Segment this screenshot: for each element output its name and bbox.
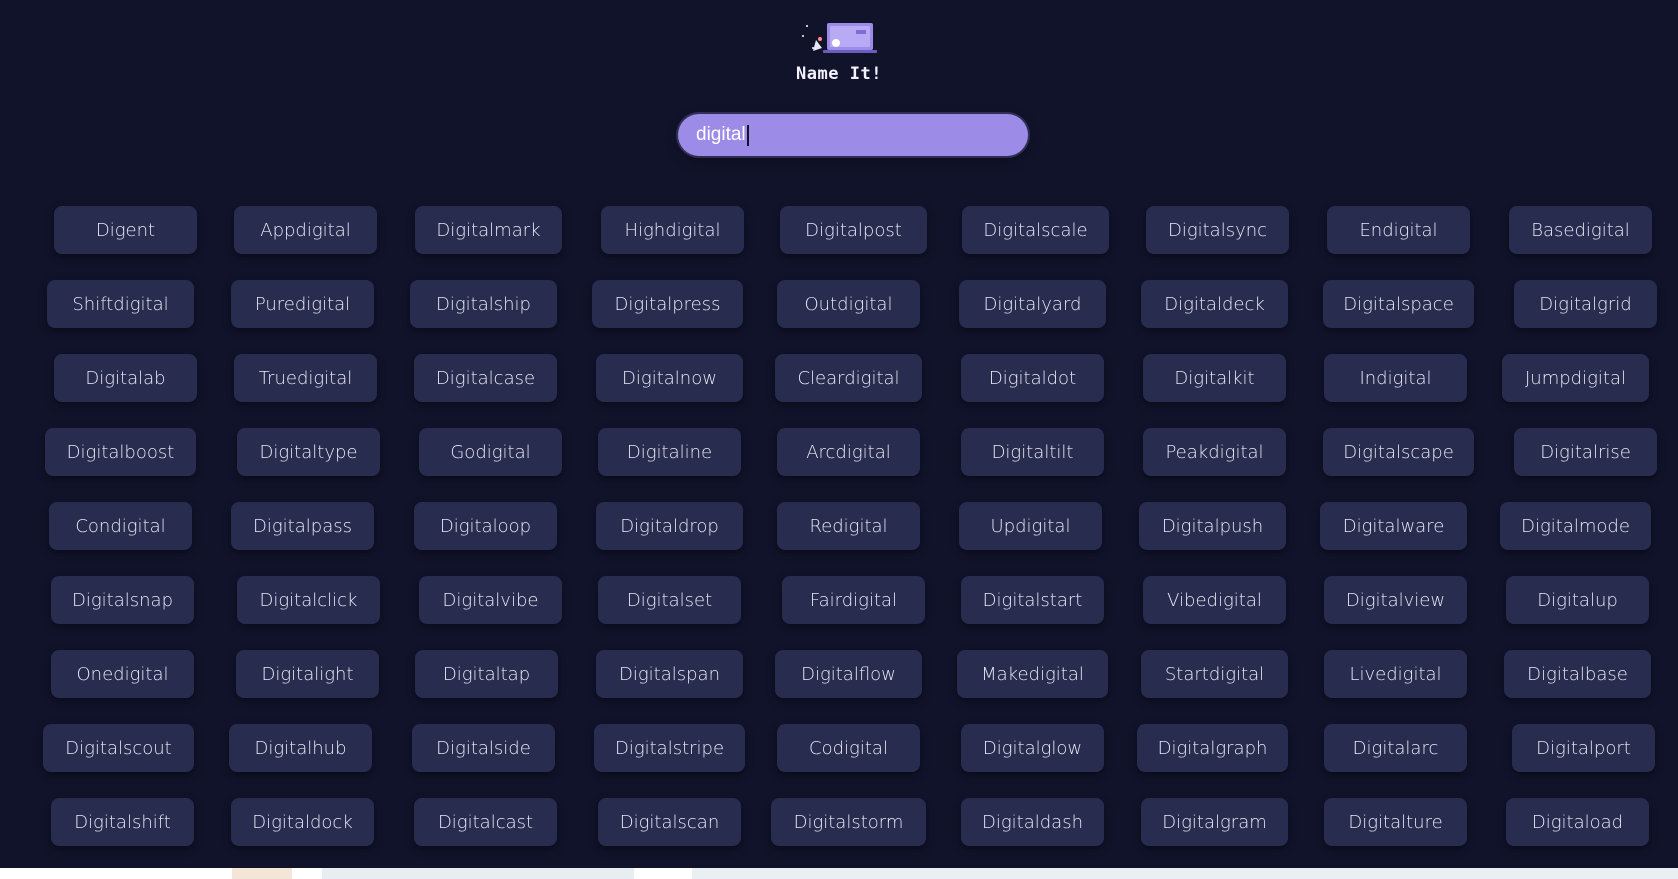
name-suggestion-chip[interactable]: Makedigital — [957, 650, 1108, 698]
name-suggestion-chip[interactable]: Digitalscape — [1323, 428, 1474, 476]
name-suggestion-chip[interactable]: Digitalship — [410, 280, 557, 328]
name-suggestion-chip[interactable]: Digitalight — [236, 650, 379, 698]
name-suggestion-chip[interactable]: Startdigital — [1141, 650, 1288, 698]
name-suggestion-chip[interactable]: Vibedigital — [1143, 576, 1286, 624]
name-suggestion-chip[interactable]: Puredigital — [231, 280, 374, 328]
name-suggestion-chip[interactable]: Peakdigital — [1143, 428, 1286, 476]
name-suggestion-chip[interactable]: Digitalstorm — [771, 798, 926, 846]
name-suggestion-chip[interactable]: Onedigital — [51, 650, 194, 698]
name-suggestion-chip[interactable]: Digitaline — [598, 428, 741, 476]
name-suggestion-chip[interactable]: Digitalport — [1512, 724, 1655, 772]
name-suggestion-chip[interactable]: Digitalscan — [598, 798, 741, 846]
name-suggestion-chip[interactable]: Codigital — [777, 724, 920, 772]
name-suggestion-chip[interactable]: Digitaldot — [961, 354, 1104, 402]
name-suggestion-chip[interactable]: Digitaloop — [414, 502, 557, 550]
name-suggestion-chip[interactable]: Appdigital — [234, 206, 377, 254]
name-suggestion-chip[interactable]: Digitalpress — [592, 280, 743, 328]
name-suggestions-grid: Digent Appdigital Digitalmark Highdigital Di… — [0, 0, 1678, 860]
name-suggestion-chip[interactable]: Digitalware — [1320, 502, 1467, 550]
name-suggestion-chip[interactable]: Shiftdigital — [47, 280, 194, 328]
name-suggestion-chip[interactable]: Digitalvibe — [419, 576, 562, 624]
name-suggestion-chip[interactable]: Jumpdigital — [1502, 354, 1649, 402]
name-suggestion-chip[interactable]: Digitalglow — [961, 724, 1104, 772]
name-suggestion-chip[interactable]: Endigital — [1327, 206, 1470, 254]
name-suggestion-chip[interactable]: Digitaload — [1506, 798, 1649, 846]
name-suggestion-chip[interactable]: Digitalgraph — [1137, 724, 1288, 772]
name-suggestion-chip[interactable]: Digitaltap — [415, 650, 558, 698]
name-suggestion-chip[interactable]: Digitalcase — [414, 354, 557, 402]
name-suggestion-chip[interactable]: Digitalflow — [775, 650, 922, 698]
name-suggestion-chip[interactable]: Digitalgrid — [1514, 280, 1657, 328]
name-suggestion-chip[interactable]: Arcdigital — [777, 428, 920, 476]
name-suggestion-chip[interactable]: Updigital — [959, 502, 1102, 550]
name-suggestion-chip[interactable]: Digitalsync — [1146, 206, 1289, 254]
name-suggestion-chip[interactable]: Godigital — [419, 428, 562, 476]
taskbar-strip — [0, 868, 1678, 879]
name-suggestion-chip[interactable]: Digitalnow — [596, 354, 743, 402]
name-suggestion-chip[interactable]: Digitalyard — [959, 280, 1106, 328]
name-suggestion-chip[interactable]: Digitalmode — [1500, 502, 1651, 550]
name-suggestion-chip[interactable]: Fairdigital — [782, 576, 925, 624]
name-suggestion-chip[interactable]: Digitalstart — [961, 576, 1104, 624]
name-suggestion-chip[interactable]: Digitalboost — [45, 428, 196, 476]
name-suggestion-chip[interactable]: Indigital — [1324, 354, 1467, 402]
name-suggestion-chip[interactable]: Digitalpush — [1139, 502, 1286, 550]
name-suggestion-chip[interactable]: Digitalscout — [43, 724, 194, 772]
name-suggestion-chip[interactable]: Digitaldrop — [596, 502, 743, 550]
name-suggestion-chip[interactable]: Digitaldash — [961, 798, 1104, 846]
name-suggestion-chip[interactable]: Digitalkit — [1143, 354, 1286, 402]
name-suggestion-chip[interactable]: Digitalarc — [1324, 724, 1467, 772]
name-suggestion-chip[interactable]: Digitalup — [1506, 576, 1649, 624]
name-suggestion-chip[interactable]: Digitalspan — [596, 650, 743, 698]
name-suggestion-chip[interactable]: Digitalview — [1324, 576, 1467, 624]
name-suggestion-chip[interactable]: Digent — [54, 206, 197, 254]
name-suggestion-chip[interactable]: Digitalsnap — [51, 576, 194, 624]
name-suggestion-chip[interactable]: Digitaltype — [237, 428, 380, 476]
name-suggestion-chip[interactable]: Outdigital — [777, 280, 920, 328]
name-suggestion-chip[interactable]: Digitalclick — [237, 576, 380, 624]
name-suggestion-chip[interactable]: Redigital — [777, 502, 920, 550]
name-suggestion-chip[interactable]: Digitalpost — [780, 206, 927, 254]
name-suggestion-chip[interactable]: Digitalgram — [1141, 798, 1288, 846]
name-suggestion-chip[interactable]: Digitalstripe — [594, 724, 745, 772]
taskbar-tab[interactable] — [692, 868, 1678, 879]
name-suggestion-chip[interactable]: Digitalab — [54, 354, 197, 402]
name-suggestion-chip[interactable]: Digitaldock — [231, 798, 374, 846]
name-suggestion-chip[interactable]: Digitalspace — [1323, 280, 1474, 328]
name-suggestion-chip[interactable]: Digitaldeck — [1141, 280, 1288, 328]
name-suggestion-chip[interactable]: Digitalcast — [414, 798, 557, 846]
name-suggestion-chip[interactable]: Digitalture — [1324, 798, 1467, 846]
taskbar-tab[interactable] — [322, 868, 634, 879]
name-suggestion-chip[interactable]: Highdigital — [601, 206, 744, 254]
name-suggestion-chip[interactable]: Digitalscale — [962, 206, 1109, 254]
name-suggestion-chip[interactable]: Condigital — [49, 502, 192, 550]
name-suggestion-chip[interactable]: Truedigital — [234, 354, 377, 402]
name-suggestion-chip[interactable]: Digitalhub — [229, 724, 372, 772]
name-suggestion-chip[interactable]: Livedigital — [1324, 650, 1467, 698]
name-suggestion-chip[interactable]: Digitalbase — [1504, 650, 1651, 698]
name-suggestion-chip[interactable]: Digitalmark — [415, 206, 562, 254]
name-suggestion-chip[interactable]: Basedigital — [1509, 206, 1652, 254]
page: Name It! digital Digent Appdigital Digital… — [0, 0, 1678, 879]
name-suggestion-chip[interactable]: Cleardigital — [775, 354, 922, 402]
name-suggestion-chip[interactable]: Digitalrise — [1514, 428, 1657, 476]
name-suggestion-chip[interactable]: Digitalpass — [231, 502, 374, 550]
name-suggestion-chip[interactable]: Digitalset — [598, 576, 741, 624]
name-suggestion-chip[interactable]: Digitaltilt — [961, 428, 1104, 476]
name-suggestion-chip[interactable]: Digitalside — [412, 724, 555, 772]
taskbar-app-icon[interactable] — [232, 868, 292, 879]
name-suggestion-chip[interactable]: Digitalshift — [51, 798, 194, 846]
